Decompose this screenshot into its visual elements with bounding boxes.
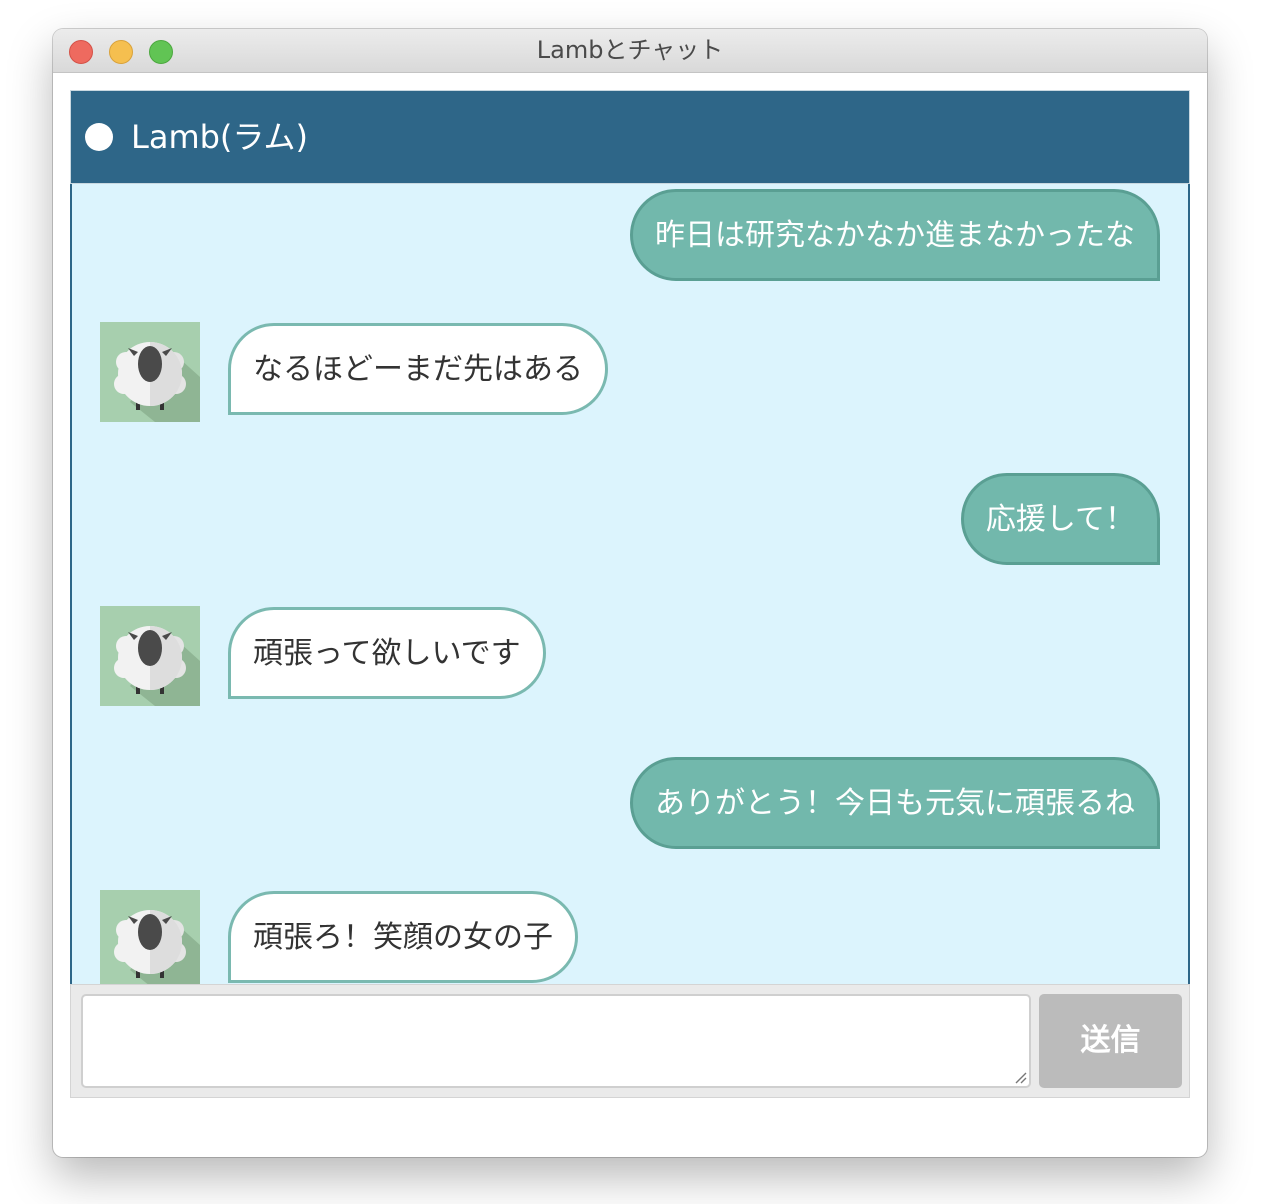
chat-partner-name: Lamb(ラム) xyxy=(131,118,308,156)
send-button[interactable]: 送信 xyxy=(1039,994,1182,1088)
resize-grip-icon[interactable] xyxy=(1013,1070,1027,1084)
sheep-avatar-icon xyxy=(100,322,200,422)
window-title: Lambとチャット xyxy=(536,36,724,64)
chat-header: Lamb(ラム) xyxy=(70,90,1190,184)
composer: 送信 xyxy=(70,984,1190,1098)
sent-message-bubble: ありがとう！今日も元気に頑張るね xyxy=(630,757,1160,849)
online-status-icon xyxy=(85,123,113,151)
app-window: Lambとチャット Lamb(ラム) 昨日は研究なかなか進まなかったな なるほど… xyxy=(53,29,1207,1157)
message-input[interactable] xyxy=(81,994,1031,1088)
sent-message-bubble: 応援して！ xyxy=(960,473,1160,565)
title-bar: Lambとチャット xyxy=(53,29,1207,73)
sent-message-bubble: 昨日は研究なかなか進まなかったな xyxy=(630,189,1160,281)
received-message-bubble: 頑張ろ！笑顔の女の子 xyxy=(228,891,578,983)
sheep-avatar-icon xyxy=(100,890,200,984)
received-message-bubble: 頑張って欲しいです xyxy=(228,607,546,699)
received-message-bubble: なるほどーまだ先はある xyxy=(228,323,608,415)
message-list[interactable]: 昨日は研究なかなか進まなかったな なるほどーまだ先はある 応援して！ 頑張って欲… xyxy=(70,184,1190,984)
sheep-avatar-icon xyxy=(100,606,200,706)
